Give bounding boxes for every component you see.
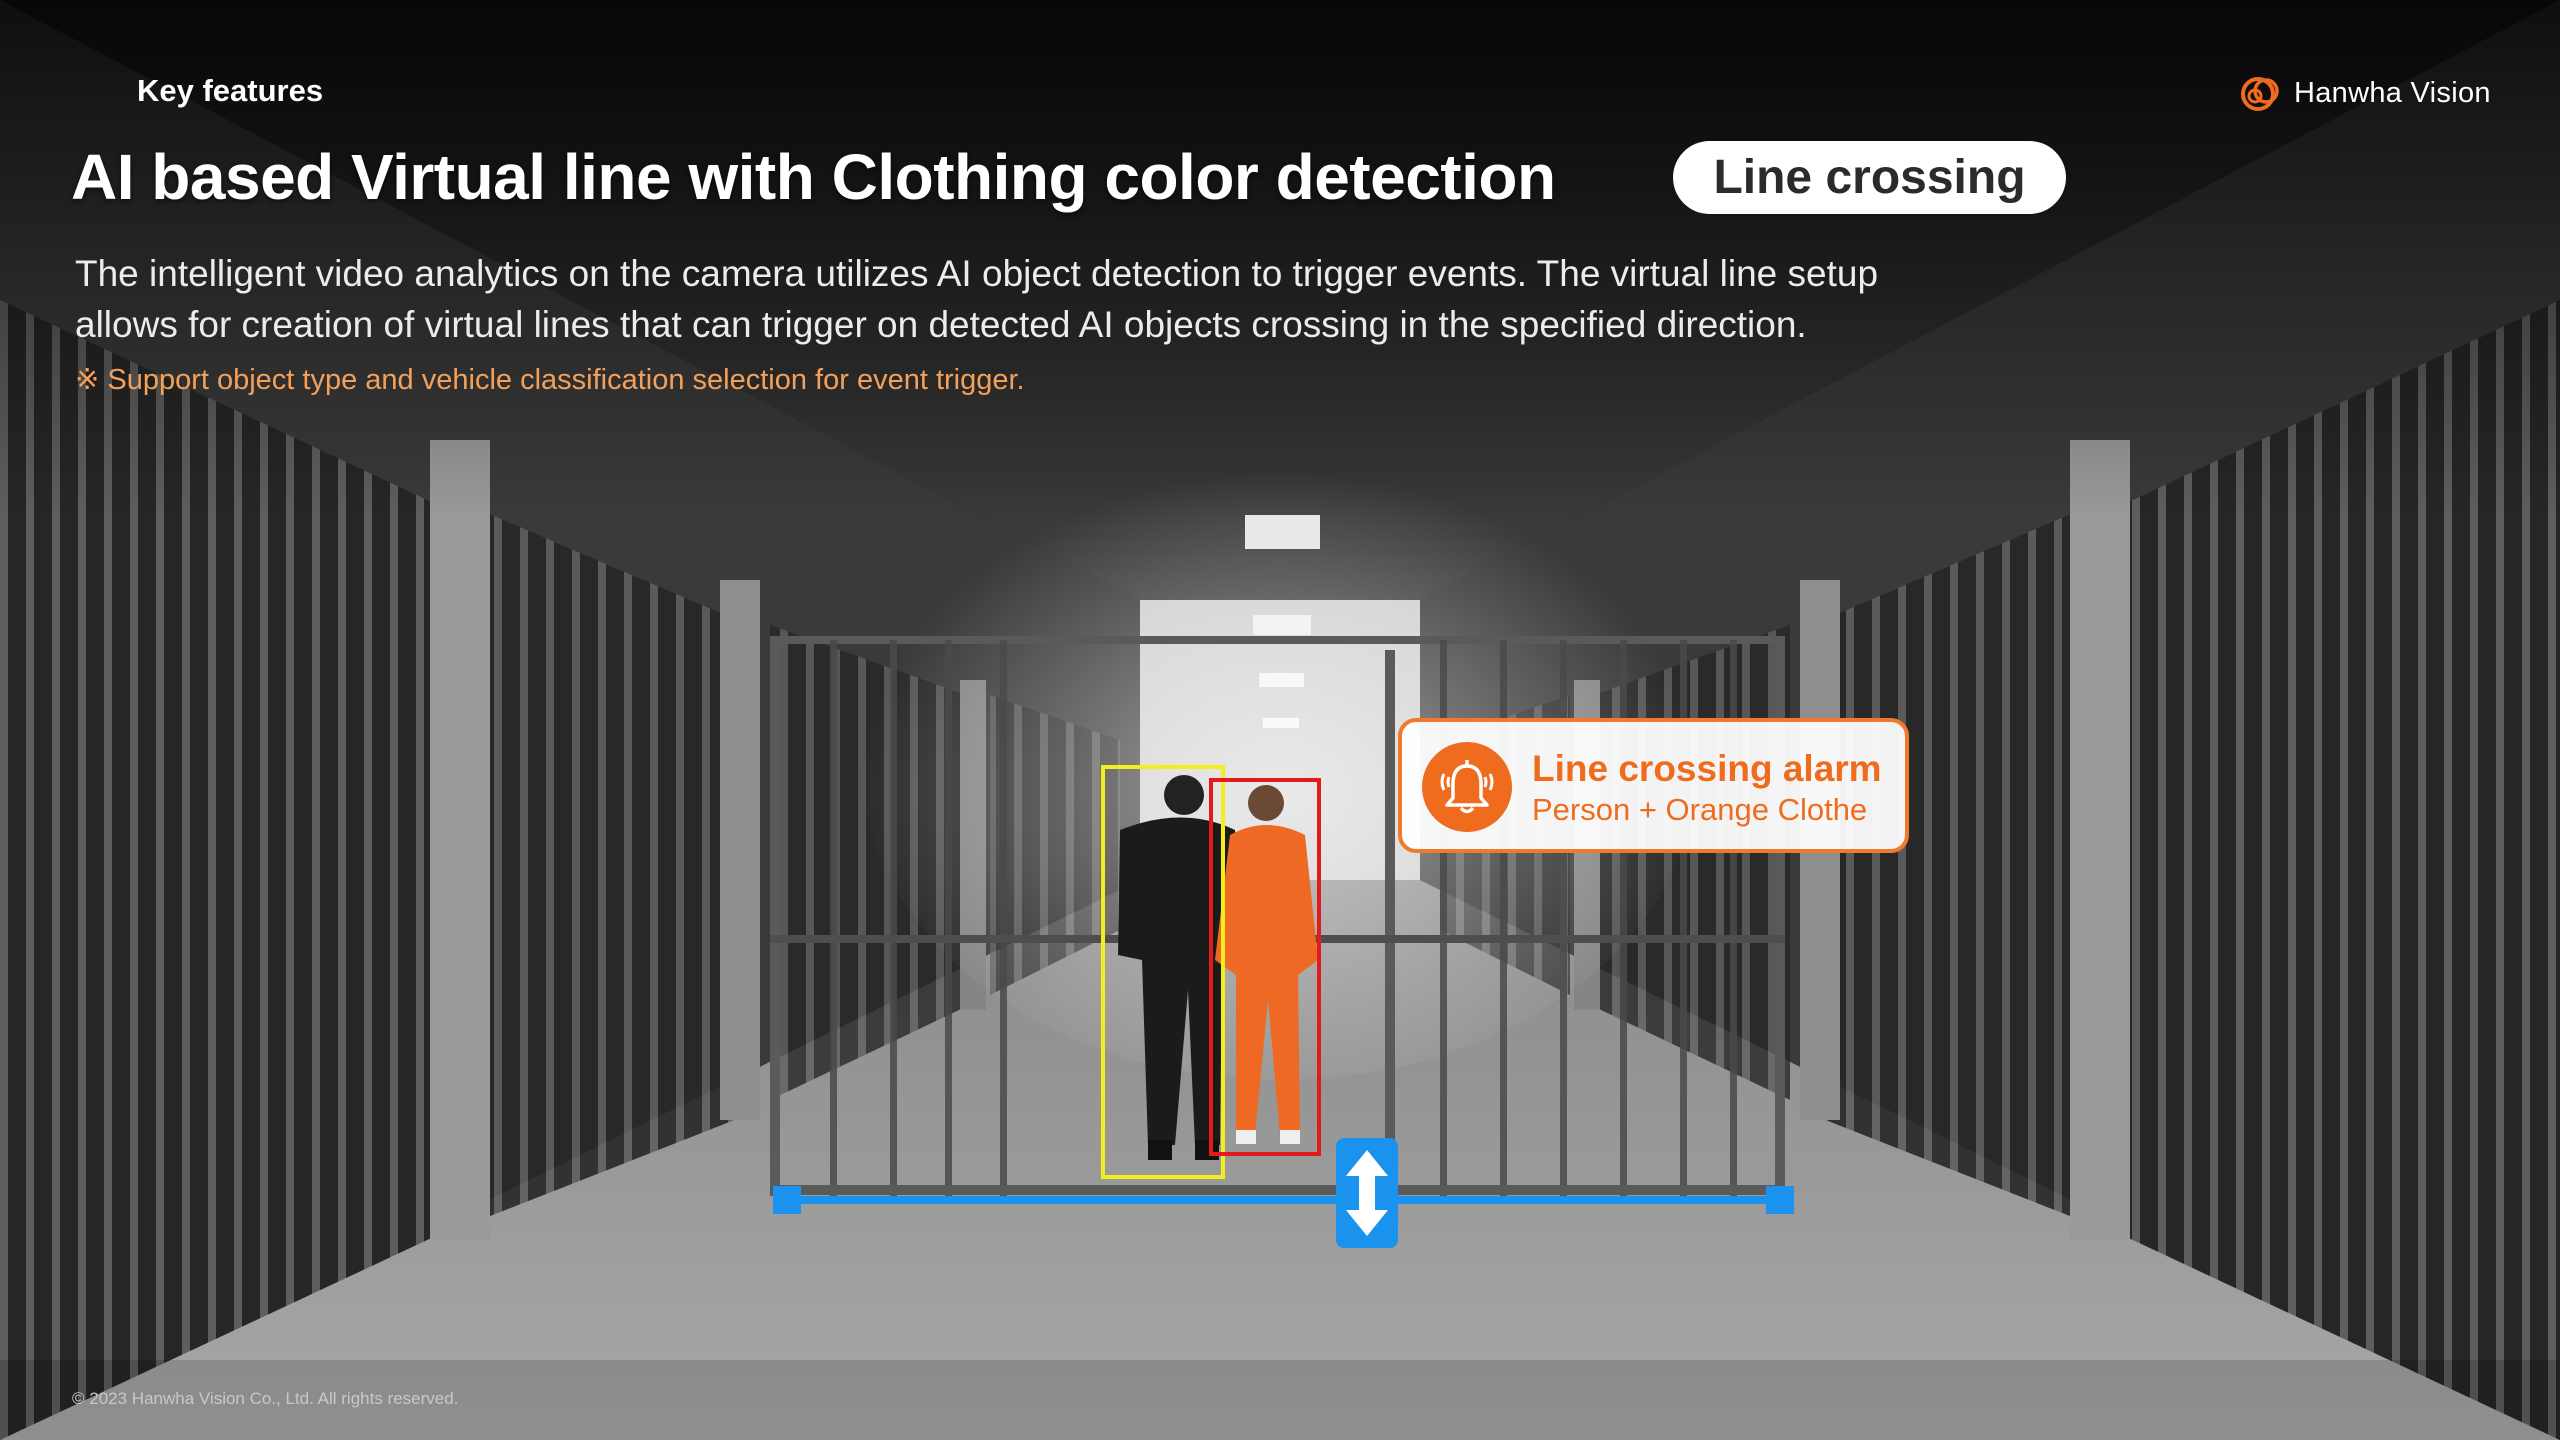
bell-alarm-icon [1422, 742, 1512, 832]
section-kicker: Key features [137, 73, 324, 108]
slide: Key features AI based Virtual line with … [0, 0, 2560, 1440]
description-line-2: allows for creation of virtual lines tha… [75, 304, 1807, 345]
description-line-1: The intelligent video analytics on the c… [75, 253, 1879, 294]
alarm-title: Line crossing alarm [1532, 748, 1882, 789]
badge-label: Line crossing [1713, 151, 2026, 204]
detection-overlay [773, 765, 1794, 1248]
support-note: ※ Support object type and vehicle classi… [75, 364, 1025, 396]
line-crossing-badge: Line crossing [1673, 141, 2066, 214]
copyright-footer: © 2023 Hanwha Vision Co., Ltd. All right… [72, 1389, 459, 1408]
hanwha-logo-icon [2241, 77, 2279, 111]
virtual-line-end-handle[interactable] [1766, 1186, 1794, 1214]
brand-logo: Hanwha Vision [2236, 70, 2491, 116]
logo-text: Hanwha Vision [2294, 76, 2491, 109]
double-arrow-vertical-icon[interactable] [1336, 1138, 1398, 1248]
virtual-line-start-handle[interactable] [773, 1186, 801, 1214]
slide-title: AI based Virtual line with Clothing colo… [71, 141, 1556, 213]
alarm-subtitle: Person + Orange Clothe [1532, 792, 1868, 827]
prisoner-figure [1215, 785, 1318, 1144]
line-crossing-alarm-card: Line crossing alarm Person + Orange Clot… [1398, 718, 1909, 853]
